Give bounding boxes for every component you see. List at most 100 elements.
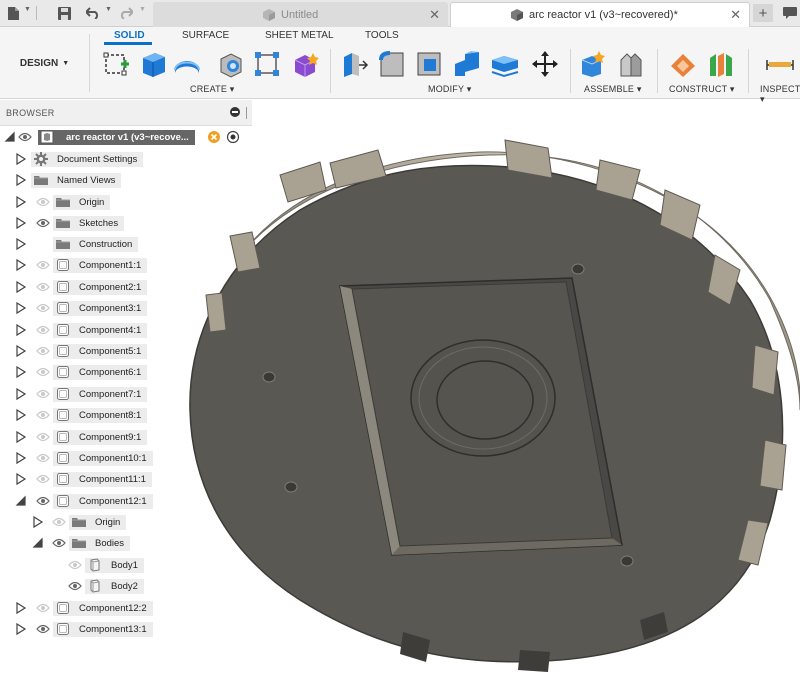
close-icon[interactable]: ✕ — [429, 7, 440, 23]
workspace-switcher[interactable]: DESIGN ▼ — [0, 34, 90, 92]
folder-icon — [72, 539, 86, 548]
create-sketch-icon[interactable] — [102, 49, 132, 79]
visibility-eye-icon[interactable] — [36, 603, 50, 613]
collapse-triangle-icon[interactable] — [15, 494, 27, 508]
expand-triangle-icon[interactable] — [15, 472, 27, 486]
visibility-eye-icon[interactable] — [52, 538, 66, 548]
offset-face-icon[interactable] — [490, 49, 520, 79]
expand-triangle-icon[interactable] — [15, 173, 27, 187]
tab-solid[interactable]: SOLID — [114, 30, 145, 41]
browser-title: BROWSER — [6, 108, 55, 118]
visibility-eye-icon[interactable] — [68, 581, 82, 591]
visibility-eye-icon[interactable] — [36, 367, 50, 377]
visibility-eye-icon[interactable] — [36, 346, 50, 356]
visibility-eye-icon[interactable] — [36, 197, 50, 207]
combine-icon[interactable] — [452, 49, 482, 79]
measure-icon[interactable] — [765, 49, 795, 79]
visibility-eye-icon[interactable] — [36, 260, 50, 270]
assemble-menu[interactable]: ASSEMBLE ▾ — [584, 84, 642, 95]
expand-triangle-icon[interactable] — [15, 152, 27, 166]
expand-triangle-icon[interactable] — [15, 216, 27, 230]
folder-icon — [56, 219, 70, 228]
inspect-menu[interactable]: INSPECT ▾ — [760, 84, 800, 105]
collapse-triangle-icon[interactable] — [4, 130, 16, 144]
undo-icon[interactable] — [84, 4, 102, 22]
expand-triangle-icon[interactable] — [15, 622, 27, 636]
close-icon[interactable]: ✕ — [730, 7, 741, 23]
file-icon[interactable] — [6, 4, 20, 22]
expand-triangle-icon[interactable] — [15, 195, 27, 209]
component-icon — [57, 388, 69, 400]
construct-menu[interactable]: CONSTRUCT ▾ — [669, 84, 735, 95]
create-label: CREATE — [190, 84, 228, 94]
visibility-eye-icon[interactable] — [68, 560, 82, 570]
expand-triangle-icon[interactable] — [15, 301, 27, 315]
visibility-eye-icon[interactable] — [52, 517, 66, 527]
component-icon — [57, 452, 69, 464]
collapse-triangle-icon[interactable] — [32, 536, 44, 550]
expand-triangle-icon[interactable] — [32, 515, 44, 529]
folder-icon — [34, 176, 48, 185]
visibility-eye-icon[interactable] — [36, 496, 50, 506]
move-icon[interactable] — [530, 49, 560, 79]
expand-triangle-icon[interactable] — [15, 387, 27, 401]
expand-triangle-icon[interactable] — [15, 280, 27, 294]
expand-triangle-icon[interactable] — [15, 323, 27, 337]
expand-triangle-icon[interactable] — [15, 344, 27, 358]
visibility-eye-icon[interactable] — [36, 474, 50, 484]
visibility-eye-icon[interactable] — [36, 432, 50, 442]
new-tab-button[interactable]: + — [753, 4, 773, 22]
group-divider — [330, 49, 331, 93]
extrude-icon[interactable] — [138, 49, 168, 79]
title-bar: ▼ ▼ ▼ Untitled ✕ arc reactor v1 (v3~reco… — [0, 0, 800, 27]
modify-menu[interactable]: MODIFY ▾ — [428, 84, 471, 95]
expand-triangle-icon[interactable] — [15, 365, 27, 379]
visibility-eye-icon[interactable] — [36, 624, 50, 634]
expand-triangle-icon[interactable] — [15, 430, 27, 444]
tab-surface[interactable]: SURFACE — [182, 30, 229, 41]
active-tab-indicator — [104, 42, 152, 45]
rectangular-pattern-icon[interactable] — [252, 49, 282, 79]
model-viewport[interactable] — [186, 135, 800, 692]
offset-plane-icon[interactable] — [668, 49, 698, 79]
component-icon — [57, 495, 69, 507]
visibility-eye-icon[interactable] — [36, 389, 50, 399]
browser-resize-handle[interactable] — [246, 107, 247, 119]
body-icon — [90, 558, 100, 572]
create-form-icon[interactable] — [290, 49, 320, 79]
save-icon[interactable] — [56, 4, 72, 22]
visibility-eye-icon[interactable] — [36, 282, 50, 292]
visibility-eye-icon[interactable] — [36, 453, 50, 463]
file-menu-caret-icon[interactable]: ▼ — [24, 6, 31, 13]
midplane-icon[interactable] — [706, 49, 736, 79]
visibility-eye-icon[interactable] — [18, 132, 32, 142]
sweep-icon[interactable] — [216, 49, 246, 79]
expand-triangle-icon[interactable] — [15, 237, 27, 251]
visibility-eye-icon[interactable] — [36, 218, 50, 228]
fillet-icon[interactable] — [377, 49, 407, 79]
tab-arc-reactor[interactable]: arc reactor v1 (v3~recovered)* ✕ — [450, 2, 750, 27]
shell-icon[interactable] — [414, 49, 444, 79]
component-icon — [57, 431, 69, 443]
joint-icon[interactable] — [616, 49, 646, 79]
tab-tools[interactable]: TOOLS — [365, 30, 399, 41]
visibility-eye-icon[interactable] — [36, 325, 50, 335]
new-component-icon[interactable] — [578, 49, 608, 79]
expand-triangle-icon[interactable] — [15, 601, 27, 615]
visibility-eye-icon[interactable] — [36, 410, 50, 420]
revolve-icon[interactable] — [172, 49, 202, 79]
component-icon — [57, 623, 69, 635]
collapse-icon[interactable] — [230, 107, 240, 117]
expand-triangle-icon[interactable] — [15, 451, 27, 465]
create-menu[interactable]: CREATE ▾ — [190, 84, 234, 95]
chat-icon[interactable] — [782, 4, 798, 22]
tab-sheet-metal[interactable]: SHEET METAL — [265, 30, 334, 41]
gear-icon — [34, 152, 48, 166]
tab-untitled[interactable]: Untitled ✕ — [153, 2, 448, 27]
component-icon — [57, 345, 69, 357]
expand-triangle-icon[interactable] — [15, 258, 27, 272]
expand-triangle-icon[interactable] — [15, 408, 27, 422]
visibility-eye-icon[interactable] — [36, 303, 50, 313]
undo-caret-icon[interactable]: ▼ — [105, 6, 112, 13]
press-pull-icon[interactable] — [340, 49, 370, 79]
